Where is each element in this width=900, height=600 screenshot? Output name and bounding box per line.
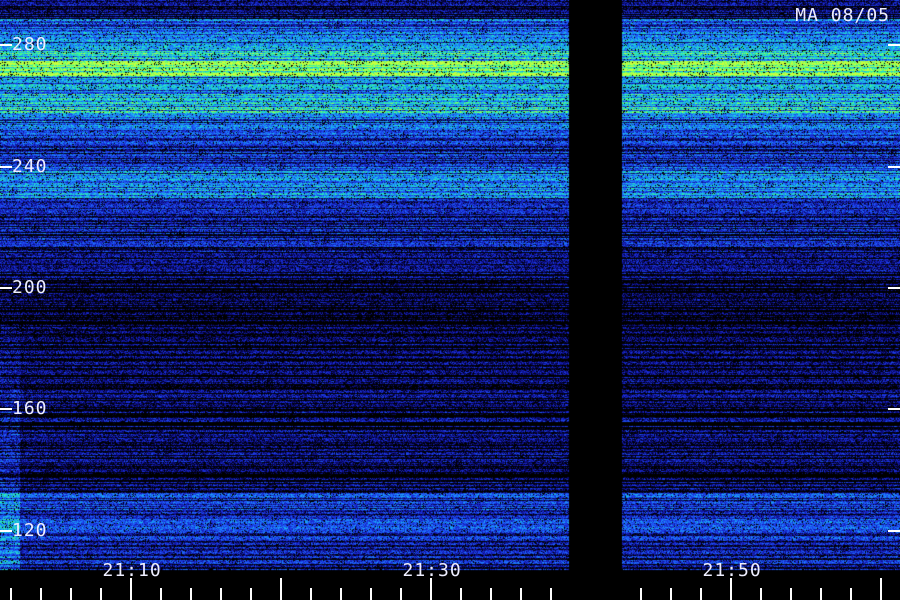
x-tick-mark	[309, 588, 312, 600]
y-tick-mark-right	[888, 287, 900, 290]
x-tick-mark	[189, 588, 192, 600]
y-tick: 160	[0, 399, 900, 419]
spectrogram-plot	[0, 0, 900, 600]
x-tick-mark	[339, 588, 342, 600]
x-tick-mark	[819, 588, 822, 600]
x-tick-mark	[519, 588, 522, 600]
x-tick-mark	[9, 588, 12, 600]
y-tick-mark-left	[0, 44, 12, 47]
y-tick-label: 240	[12, 155, 48, 177]
x-tick-mark	[759, 588, 762, 600]
y-tick-mark-left	[0, 287, 12, 290]
y-tick-mark-left	[0, 408, 12, 411]
x-tick-mark	[729, 578, 732, 600]
x-tick-mark	[699, 588, 702, 600]
x-tick-mark	[69, 588, 72, 600]
y-tick: 120	[0, 519, 900, 541]
x-tick-mark	[549, 588, 552, 600]
x-tick-mark	[429, 578, 432, 600]
x-tick-mark	[489, 588, 492, 600]
x-tick-mark	[249, 588, 252, 600]
x-tick-mark	[99, 588, 102, 600]
x-tick-mark	[639, 588, 642, 600]
y-tick-mark-right	[888, 529, 900, 532]
y-tick-mark-left	[0, 165, 12, 168]
x-tick-mark	[159, 588, 162, 600]
y-tick-mark-right	[888, 408, 900, 411]
y-tick-label: 160	[12, 398, 48, 420]
y-tick: 280	[0, 35, 900, 55]
x-tick-mark	[849, 588, 852, 600]
x-tick-mark	[369, 588, 372, 600]
y-tick-label: 200	[12, 277, 48, 299]
x-tick-mark	[459, 588, 462, 600]
y-tick-mark-right	[888, 44, 900, 47]
x-tick-mark	[39, 588, 42, 600]
y-tick: 200	[0, 278, 900, 298]
x-tick-mark	[129, 578, 132, 600]
x-tick-mark	[279, 578, 282, 600]
y-tick-mark-right	[888, 165, 900, 168]
x-tick-label: 21:30	[402, 560, 462, 581]
y-tick-label: 120	[12, 519, 48, 541]
x-tick-mark	[789, 588, 792, 600]
x-tick-label: 21:10	[102, 560, 162, 581]
x-tick-label: 21:50	[702, 560, 762, 581]
y-tick: 240	[0, 155, 900, 177]
y-tick-label: 280	[12, 34, 48, 56]
chart-title: MA 08/05	[795, 5, 890, 26]
y-tick-mark-left	[0, 529, 12, 532]
x-tick-mark	[669, 588, 672, 600]
x-tick-mark	[879, 578, 882, 600]
x-tick-mark	[399, 588, 402, 600]
x-tick-mark	[219, 588, 222, 600]
